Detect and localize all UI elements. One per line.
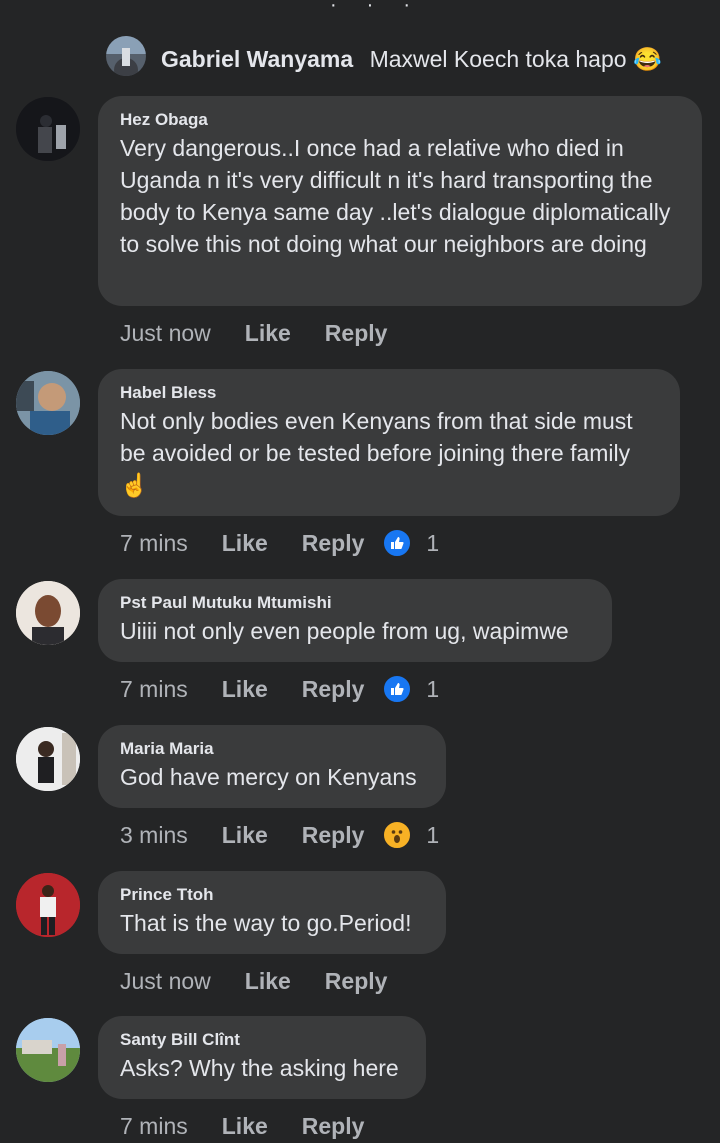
reply-button[interactable]: Reply bbox=[302, 676, 365, 703]
wow-face-icon[interactable] bbox=[382, 820, 413, 850]
avatar-photo bbox=[16, 1018, 80, 1082]
top-reply-line: Gabriel Wanyama Maxwel Koech toka hapo 😂 bbox=[161, 44, 662, 74]
reaction-count[interactable]: 1 bbox=[426, 530, 439, 557]
avatar-hez-obaga[interactable] bbox=[16, 97, 80, 161]
thumbs-up-icon[interactable] bbox=[382, 528, 413, 558]
avatar-photo bbox=[16, 97, 80, 161]
avatar-photo bbox=[16, 581, 80, 645]
comment-text-body: Not only bodies even Kenyans from that s… bbox=[120, 408, 633, 466]
comment-text: Uiiii not only even people from ug, wapi… bbox=[120, 618, 569, 644]
like-button[interactable]: Like bbox=[222, 530, 268, 557]
comment-timestamp[interactable]: 7 mins bbox=[120, 676, 188, 703]
avatar-photo bbox=[16, 371, 80, 435]
avatar-prince-ttoh[interactable] bbox=[16, 873, 80, 937]
comment-timestamp[interactable]: 7 mins bbox=[120, 530, 188, 557]
reply-button[interactable]: Reply bbox=[302, 822, 365, 849]
comment-author[interactable]: Pst Paul Mutuku Mtumishi bbox=[120, 593, 590, 613]
reply-text: Maxwel Koech toka hapo bbox=[369, 46, 627, 72]
comment-text: Very dangerous..I once had a relative wh… bbox=[120, 135, 671, 257]
comment-author[interactable]: Santy Bill Clînt bbox=[120, 1030, 404, 1050]
tears-of-joy-emoji: 😂 bbox=[632, 46, 662, 72]
comment-timestamp[interactable]: Just now bbox=[120, 320, 211, 347]
comment-bubble[interactable]: Prince Ttoh That is the way to go.Period… bbox=[98, 871, 446, 954]
like-button[interactable]: Like bbox=[222, 822, 268, 849]
cut-off-text-fragment: ··· bbox=[330, 0, 440, 16]
like-button[interactable]: Like bbox=[222, 676, 268, 703]
comment-bubble[interactable]: Hez Obaga Very dangerous..I once had a r… bbox=[98, 96, 702, 306]
comment-author[interactable]: Prince Ttoh bbox=[120, 885, 424, 905]
reaction-count[interactable]: 1 bbox=[426, 822, 439, 849]
comment-bubble[interactable]: Pst Paul Mutuku Mtumishi Uiiii not only … bbox=[98, 579, 612, 662]
avatar-pst-paul-mutuku[interactable] bbox=[16, 581, 80, 645]
comment-text: That is the way to go.Period! bbox=[120, 910, 412, 936]
comment-author[interactable]: Maria Maria bbox=[120, 739, 424, 759]
like-button[interactable]: Like bbox=[245, 320, 291, 347]
comment-actions: 7 mins Like Reply 1 bbox=[120, 528, 439, 558]
avatar-gabriel-wanyama[interactable] bbox=[106, 36, 146, 76]
reply-button[interactable]: Reply bbox=[325, 968, 388, 995]
like-button[interactable]: Like bbox=[222, 1113, 268, 1140]
reply-button[interactable]: Reply bbox=[302, 530, 365, 557]
comment-actions: Just now Like Reply bbox=[120, 966, 405, 996]
comment-bubble[interactable]: Santy Bill Clînt Asks? Why the asking he… bbox=[98, 1016, 426, 1099]
like-button[interactable]: Like bbox=[245, 968, 291, 995]
avatar-habel-bless[interactable] bbox=[16, 371, 80, 435]
pointing-up-emoji: ☝ bbox=[120, 472, 149, 498]
comment-author[interactable]: Hez Obaga bbox=[120, 110, 680, 130]
comment-timestamp[interactable]: Just now bbox=[120, 968, 211, 995]
comment-bubble[interactable]: Maria Maria God have mercy on Kenyans bbox=[98, 725, 446, 808]
avatar-photo bbox=[16, 727, 80, 791]
comment-actions: 3 mins Like Reply 1 bbox=[120, 820, 439, 850]
avatar-santy-bill-clint[interactable] bbox=[16, 1018, 80, 1082]
comment-bubble[interactable]: Habel Bless Not only bodies even Kenyans… bbox=[98, 369, 680, 516]
comment-author[interactable]: Habel Bless bbox=[120, 383, 658, 403]
comment-timestamp[interactable]: 7 mins bbox=[120, 1113, 188, 1140]
comment-actions: Just now Like Reply bbox=[120, 318, 405, 348]
comment-text: Not only bodies even Kenyans from that s… bbox=[120, 405, 658, 501]
reply-button[interactable]: Reply bbox=[302, 1113, 365, 1140]
comment-actions: 7 mins Like Reply bbox=[120, 1111, 382, 1141]
comment-actions: 7 mins Like Reply 1 bbox=[120, 674, 439, 704]
reply-button[interactable]: Reply bbox=[325, 320, 388, 347]
avatar-maria-maria[interactable] bbox=[16, 727, 80, 791]
comment-timestamp[interactable]: 3 mins bbox=[120, 822, 188, 849]
comment-text: Asks? Why the asking here bbox=[120, 1055, 399, 1081]
reply-author[interactable]: Gabriel Wanyama bbox=[161, 46, 353, 72]
reaction-count[interactable]: 1 bbox=[426, 676, 439, 703]
avatar-photo bbox=[114, 48, 138, 76]
thumbs-up-icon[interactable] bbox=[382, 674, 413, 704]
comment-text: God have mercy on Kenyans bbox=[120, 764, 417, 790]
avatar-photo bbox=[16, 873, 80, 937]
